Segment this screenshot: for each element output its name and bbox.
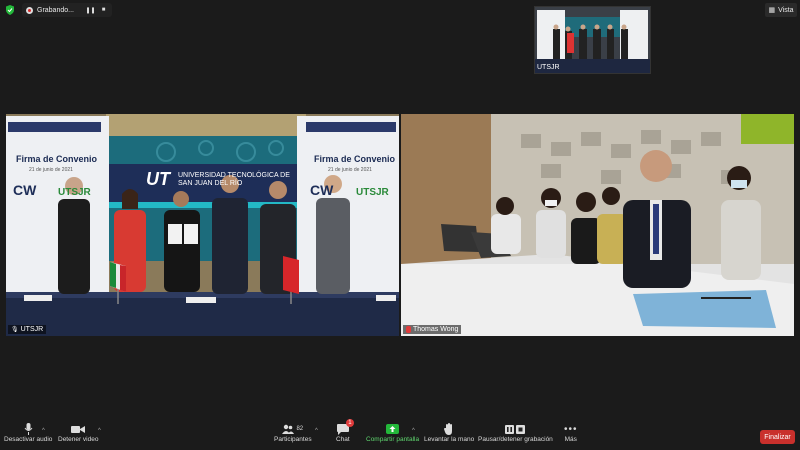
participants-count: 82 — [296, 426, 304, 432]
chat-label: Chat — [336, 436, 350, 443]
backdrop-left-date: 21 de junio de 2021 — [29, 167, 73, 173]
participants-icon: 82 — [282, 422, 303, 436]
recording-indicator: Grabando... ❚❚ ■ — [22, 3, 112, 17]
backdrop-left-title: Firma de Convenio — [16, 154, 98, 164]
recording-dot-icon — [26, 6, 33, 14]
banner-university-name: UNIVERSIDAD TECNOLÓGICA DE SAN JUAN DEL … — [178, 172, 290, 187]
mute-button[interactable]: Desactivar audio — [4, 422, 52, 443]
utsjr-logo-right: UTSJR — [356, 187, 389, 198]
self-view-thumbnail[interactable]: UTSJR — [534, 6, 651, 74]
meeting-toolbar: Desactivar audio ^ Detener video ^ 82 Pa… — [0, 419, 800, 450]
more-label: Más — [564, 436, 577, 443]
mute-label: Desactivar audio — [4, 436, 53, 443]
video-camera-icon — [71, 422, 86, 436]
video-tile-utsjr[interactable]: Firma de Convenio 21 de junio de 2021 CW… — [6, 114, 399, 336]
audio-options-caret[interactable]: ^ — [42, 428, 45, 434]
participants-label: Participantes — [274, 436, 312, 443]
video-tile-thomas-wong[interactable]: Thomas Wong — [401, 114, 794, 336]
participant-name: Thomas Wong — [413, 326, 459, 333]
security-shield-icon[interactable] — [6, 5, 14, 15]
participants-button[interactable]: 82 Participantes — [274, 422, 312, 443]
microphone-icon — [24, 422, 33, 436]
video-label: Detener video — [58, 436, 99, 443]
chat-button[interactable]: 1 Chat — [336, 419, 354, 443]
stop-recording-icon[interactable]: ■ — [99, 6, 108, 15]
view-button[interactable]: ▦ Vista — [765, 3, 797, 17]
participants-options-caret[interactable]: ^ — [315, 428, 318, 434]
video-options-caret[interactable]: ^ — [98, 428, 101, 434]
share-options-caret[interactable]: ^ — [412, 428, 415, 434]
end-meeting-button[interactable]: Finalizar — [760, 430, 795, 444]
pause-recording-label: Pausar/detener grabación — [478, 436, 553, 443]
view-label: Vista — [778, 6, 794, 14]
raise-hand-button[interactable]: Levantar la mano — [424, 422, 474, 443]
chat-badge: 1 — [345, 419, 354, 427]
backdrop-right-title: Firma de Convenio — [314, 154, 396, 164]
cw-logo-left: CW — [13, 182, 37, 198]
participant-name-tag: Thomas Wong — [403, 325, 462, 334]
grid-view-icon: ▦ — [768, 7, 776, 14]
pause-recording-button[interactable]: Pausar/detener grabación — [478, 422, 553, 443]
mic-icon: 🎙 — [11, 327, 19, 333]
participant-name: UTSJR — [20, 326, 44, 333]
share-screen-icon — [386, 422, 400, 436]
raise-hand-label: Levantar la mano — [424, 436, 475, 443]
chat-icon: 1 — [336, 419, 354, 436]
more-icon: ••• — [564, 423, 578, 435]
recording-label: Grabando... — [37, 6, 74, 14]
share-screen-label: Compartir pantalla — [366, 436, 420, 443]
participant-name-tag: 🎙 UTSJR — [8, 325, 47, 334]
banner-ut-logo: UT — [146, 169, 170, 189]
more-button[interactable]: ••• Más — [564, 422, 578, 444]
pause-stop-recording-icon — [505, 422, 526, 436]
pause-recording-icon[interactable]: ❚❚ — [85, 6, 95, 15]
stop-video-button[interactable]: Detener video — [58, 422, 98, 443]
raise-hand-icon — [444, 422, 454, 436]
backdrop-right-date: 21 de junio de 2021 — [328, 167, 372, 173]
utsjr-video-feed — [6, 114, 399, 336]
muted-mic-icon — [406, 326, 411, 333]
thomas-wong-video-feed — [401, 114, 794, 336]
utsjr-logo-left: UTSJR — [58, 187, 91, 198]
thumbnail-name: UTSJR — [537, 64, 560, 71]
cw-logo-right: CW — [310, 182, 334, 198]
